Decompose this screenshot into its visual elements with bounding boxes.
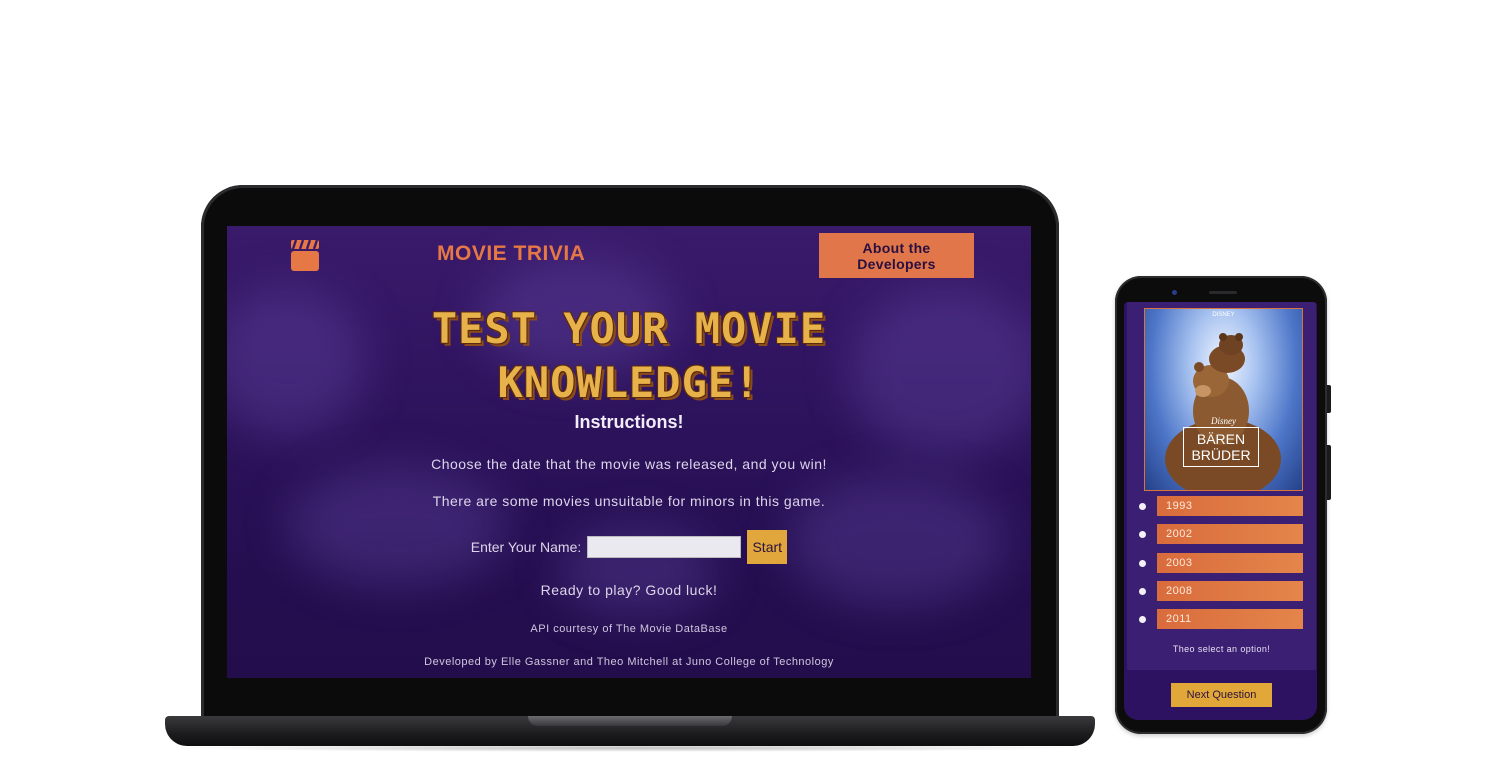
poster-brand: Disney xyxy=(1211,416,1236,426)
answer-options: 1993 2002 2003 2008 2011 xyxy=(1139,496,1311,637)
hero-heading-line-2: KNOWLEDGE! xyxy=(497,358,761,407)
phone-speaker xyxy=(1209,291,1237,294)
about-developers-button[interactable]: About the Developers xyxy=(819,233,974,278)
question-panel: DISNEY Disney BÄREN BRÜDER 1993 2002 200… xyxy=(1127,302,1316,670)
instructions-text-1: Choose the date that the movie was relea… xyxy=(431,456,827,472)
answer-option[interactable]: 1993 xyxy=(1139,496,1311,516)
phone-power-button xyxy=(1327,445,1331,500)
answer-option-label[interactable]: 1993 xyxy=(1157,496,1303,516)
instructions-heading: Instructions! xyxy=(574,412,684,432)
phone-camera xyxy=(1172,290,1177,295)
phone-volume-button xyxy=(1327,385,1331,413)
radio-button[interactable] xyxy=(1139,616,1146,624)
answer-option-label[interactable]: 2008 xyxy=(1157,580,1303,601)
background-blur xyxy=(287,466,507,586)
answer-option[interactable]: 2003 xyxy=(1139,552,1311,573)
phone-screen: DISNEY Disney BÄREN BRÜDER 1993 2002 200… xyxy=(1124,302,1317,720)
developers-credit: Developed by Elle Gassner and Theo Mitch… xyxy=(424,656,834,668)
poster-title-line-2: BRÜDER xyxy=(1191,447,1251,463)
radio-button[interactable] xyxy=(1139,559,1146,567)
radio-button[interactable] xyxy=(1139,531,1146,539)
selection-status: Theo select an option! xyxy=(1172,644,1271,654)
answer-option-label[interactable]: 2002 xyxy=(1157,524,1303,545)
answer-option[interactable]: 2002 xyxy=(1139,524,1311,545)
answer-option-label[interactable]: 2003 xyxy=(1157,552,1303,573)
name-label: Enter Your Name: xyxy=(470,539,582,555)
laptop-screen: MOVIE TRIVIA About the Developers TEST Y… xyxy=(227,226,1031,678)
poster-title-line-1: BÄREN xyxy=(1196,431,1246,447)
name-form: Enter Your Name: Start xyxy=(227,530,1031,564)
start-button[interactable]: Start xyxy=(747,530,788,564)
poster-title: BÄREN BRÜDER xyxy=(1183,427,1259,467)
movie-poster: DISNEY Disney BÄREN BRÜDER xyxy=(1144,308,1303,491)
answer-option[interactable]: 2011 xyxy=(1139,609,1311,630)
radio-button[interactable] xyxy=(1139,503,1146,510)
ready-text: Ready to play? Good luck! xyxy=(540,582,718,598)
name-input[interactable] xyxy=(587,536,742,558)
answer-option[interactable]: 2008 xyxy=(1139,580,1311,601)
site-title: MOVIE TRIVIA xyxy=(437,242,586,265)
hero-heading-line-1: TEST YOUR MOVIE xyxy=(431,304,827,353)
laptop-shadow xyxy=(165,744,1095,752)
laptop-hinge-notch xyxy=(528,716,732,726)
answer-option-label[interactable]: 2011 xyxy=(1157,609,1303,630)
instructions-text-2: There are some movies unsuitable for min… xyxy=(432,493,826,509)
next-question-button[interactable]: Next Question xyxy=(1171,683,1272,707)
clapperboard-icon[interactable] xyxy=(290,238,320,272)
radio-button[interactable] xyxy=(1139,587,1146,595)
api-credit: API courtesy of The Movie DataBase xyxy=(530,623,728,635)
